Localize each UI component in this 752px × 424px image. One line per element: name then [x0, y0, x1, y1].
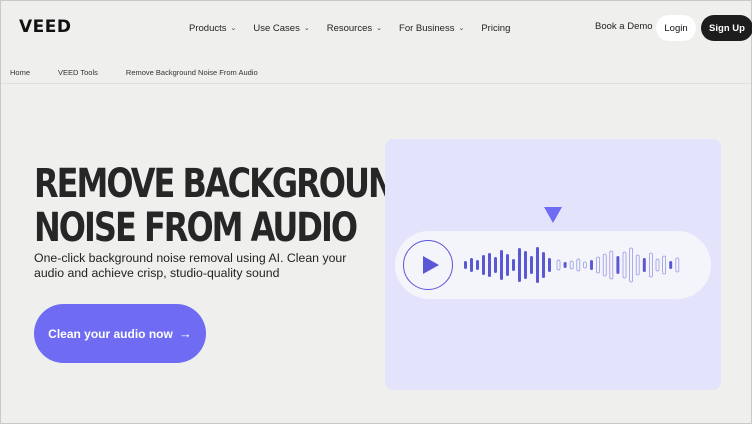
triangle-down-icon [544, 207, 562, 223]
waveform [464, 207, 680, 283]
wave-bar [470, 258, 473, 272]
wave-bar [494, 257, 497, 273]
wave-bar [596, 256, 600, 274]
wave-bar [530, 256, 533, 274]
wave-bar [476, 260, 479, 270]
wave-bar [569, 260, 574, 270]
wave-bar [536, 247, 539, 283]
wave-bar [662, 255, 666, 275]
wave-bar [609, 250, 614, 280]
wave-bar [655, 258, 660, 272]
wave-bar [488, 253, 491, 277]
wave-bar [590, 260, 593, 270]
wave-bar [649, 252, 653, 278]
wave-bar [482, 255, 485, 275]
wave-bar [635, 254, 640, 276]
wave-bar [576, 258, 581, 272]
wave-bar [602, 253, 607, 277]
wave-bar [512, 259, 515, 271]
wave-bar [629, 247, 633, 283]
wave-bar [642, 258, 646, 272]
wave-bar [548, 258, 551, 272]
wave-bar [675, 257, 680, 273]
wave-bar [524, 251, 527, 279]
wave-bar [669, 261, 673, 269]
wave-bar [518, 248, 521, 282]
wave-bar [616, 256, 620, 274]
wave-bar [500, 250, 503, 280]
wave-bar [563, 262, 567, 268]
wave-bar [622, 251, 627, 279]
wave-bar [464, 261, 467, 269]
wave-bar [556, 259, 561, 271]
wave-bar [506, 254, 509, 276]
wave-bar [542, 252, 545, 278]
wave-bar [583, 261, 587, 269]
